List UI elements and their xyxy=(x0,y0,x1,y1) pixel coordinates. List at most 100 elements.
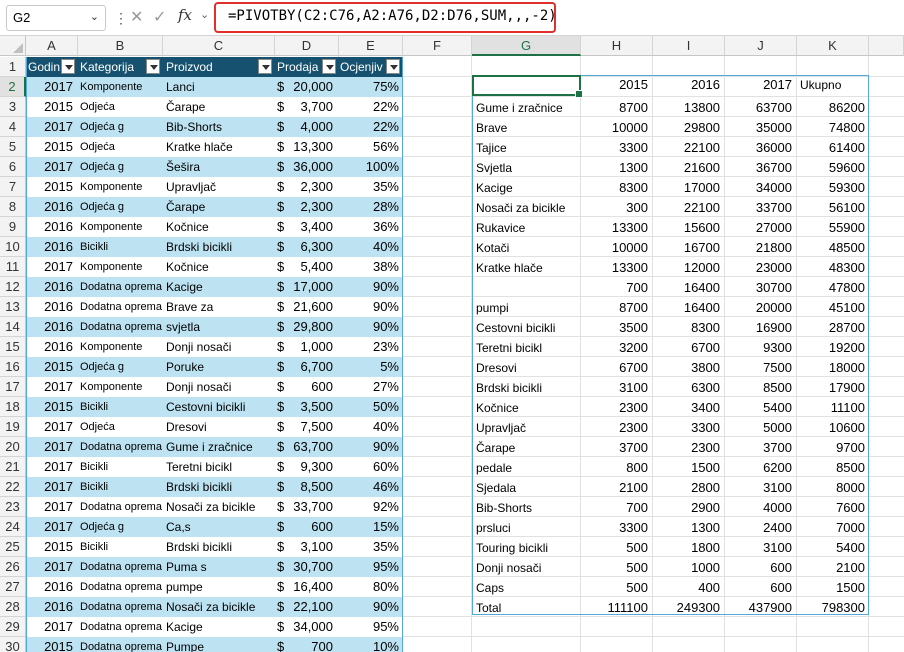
pivot-value-cell[interactable]: 1300 xyxy=(652,518,724,538)
pivot-value-cell[interactable]: 13300 xyxy=(580,258,652,278)
pivot-value-cell[interactable]: 8700 xyxy=(580,298,652,318)
year-cell[interactable]: 2016 xyxy=(26,337,76,357)
row-header[interactable]: 4 xyxy=(0,117,26,137)
year-cell[interactable]: 2016 xyxy=(26,237,76,257)
pivot-label-cell[interactable]: Bib-Shorts xyxy=(472,498,580,518)
product-cell[interactable]: Brdski bicikli xyxy=(164,477,274,497)
category-cell[interactable]: Odjeća xyxy=(78,137,162,157)
year-cell[interactable]: 2015 xyxy=(26,137,76,157)
table-row[interactable]: 2015 Komponente Upravljač $2,300 35% xyxy=(26,177,403,197)
select-all-button[interactable] xyxy=(0,36,26,56)
rating-cell[interactable]: 22% xyxy=(338,97,402,117)
filter-dropdown-icon[interactable] xyxy=(258,59,272,74)
product-cell[interactable]: Nosači za bicikle xyxy=(164,597,274,617)
pivot-value-cell[interactable]: 5400 xyxy=(724,398,796,418)
table-row[interactable]: 2015 Dodatna oprema Pumpe $700 10% xyxy=(26,637,403,652)
pivot-total-cell[interactable]: 61400 xyxy=(796,138,868,158)
pivot-value-cell[interactable]: 700 xyxy=(580,498,652,518)
category-cell[interactable]: Komponente xyxy=(78,257,162,277)
rating-cell[interactable]: 10% xyxy=(338,637,402,652)
row-header[interactable]: 8 xyxy=(0,197,26,217)
table-row[interactable]: 2016 Komponente Kočnice $3,400 36% xyxy=(26,217,403,237)
year-cell[interactable]: 2017 xyxy=(26,477,76,497)
row-header[interactable]: 26 xyxy=(0,557,26,577)
sales-cell[interactable]: $29,800 xyxy=(275,317,337,337)
category-cell[interactable]: Dodatna oprema xyxy=(78,277,162,297)
filter-dropdown-icon[interactable] xyxy=(386,59,400,74)
pivot-value-cell[interactable]: 3800 xyxy=(652,358,724,378)
rating-cell[interactable]: 28% xyxy=(338,197,402,217)
filter-dropdown-icon[interactable] xyxy=(146,59,160,74)
table-row[interactable]: 2015 Bicikli Brdski bicikli $3,100 35% xyxy=(26,537,403,557)
product-cell[interactable]: Kacige xyxy=(164,277,274,297)
table-row[interactable]: 2016 Dodatna oprema Kacige $17,000 90% xyxy=(26,277,403,297)
pivot-value-cell[interactable]: 9300 xyxy=(724,338,796,358)
product-cell[interactable]: Čarape xyxy=(164,97,274,117)
rating-cell[interactable]: 36% xyxy=(338,217,402,237)
table-row[interactable]: 2017 Odjeća Dresovi $7,500 40% xyxy=(26,417,403,437)
row-header[interactable]: 29 xyxy=(0,617,26,637)
pivot-header-cell[interactable]: 2016 xyxy=(652,75,724,95)
table-row[interactable]: 2015 Bicikli Cestovni bicikli $3,500 50% xyxy=(26,397,403,417)
rating-cell[interactable]: 5% xyxy=(338,357,402,377)
row-header[interactable]: 6 xyxy=(0,157,26,177)
year-cell[interactable]: 2017 xyxy=(26,377,76,397)
pivot-label-cell[interactable]: Brdski bicikli xyxy=(472,378,580,398)
row-header[interactable]: 28 xyxy=(0,597,26,617)
row-header[interactable]: 22 xyxy=(0,477,26,497)
sales-cell[interactable]: $9,300 xyxy=(275,457,337,477)
rating-cell[interactable]: 40% xyxy=(338,237,402,257)
pivot-value-cell[interactable]: 249300 xyxy=(652,598,724,618)
category-cell[interactable]: Dodatna oprema xyxy=(78,437,162,457)
pivot-value-cell[interactable]: 2300 xyxy=(652,438,724,458)
product-cell[interactable]: Puma s xyxy=(164,557,274,577)
category-cell[interactable]: Dodatna oprema xyxy=(78,317,162,337)
pivot-value-cell[interactable]: 13800 xyxy=(652,98,724,118)
pivot-label-cell[interactable]: Cestovni bicikli xyxy=(472,318,580,338)
pivot-label-cell[interactable]: pedale xyxy=(472,458,580,478)
pivot-value-cell[interactable]: 6700 xyxy=(652,338,724,358)
category-cell[interactable]: Dodatna oprema xyxy=(78,297,162,317)
pivot-header-cell[interactable]: Ukupno xyxy=(796,75,868,95)
sales-cell[interactable]: $7,500 xyxy=(275,417,337,437)
rating-cell[interactable]: 27% xyxy=(338,377,402,397)
pivot-total-cell[interactable]: 86200 xyxy=(796,98,868,118)
sales-cell[interactable]: $5,400 xyxy=(275,257,337,277)
pivot-header-cell[interactable]: 2015 xyxy=(580,75,652,95)
table-row[interactable]: 2017 Komponente Donji nosači $600 27% xyxy=(26,377,403,397)
rating-cell[interactable]: 40% xyxy=(338,417,402,437)
sales-cell[interactable]: $600 xyxy=(275,377,337,397)
pivot-value-cell[interactable]: 3100 xyxy=(580,378,652,398)
rating-cell[interactable]: 95% xyxy=(338,617,402,637)
sales-cell[interactable]: $2,300 xyxy=(275,177,337,197)
year-cell[interactable]: 2017 xyxy=(26,617,76,637)
column-header-g[interactable]: G xyxy=(472,36,581,56)
pivot-value-cell[interactable]: 6300 xyxy=(652,378,724,398)
rating-cell[interactable]: 75% xyxy=(338,77,402,97)
pivot-value-cell[interactable]: 3400 xyxy=(652,398,724,418)
rating-cell[interactable]: 90% xyxy=(338,277,402,297)
table-row[interactable]: 2017 Dodatna oprema Kacige $34,000 95% xyxy=(26,617,403,637)
pivot-value-cell[interactable]: 36700 xyxy=(724,158,796,178)
pivot-value-cell[interactable]: 800 xyxy=(580,458,652,478)
category-cell[interactable]: Komponente xyxy=(78,377,162,397)
product-cell[interactable]: pumpe xyxy=(164,577,274,597)
pivot-label-cell[interactable]: Svjetla xyxy=(472,158,580,178)
column-header-e[interactable]: E xyxy=(339,36,403,56)
pivot-label-cell[interactable]: Nosači za bicikle xyxy=(472,198,580,218)
sales-cell[interactable]: $6,300 xyxy=(275,237,337,257)
pivot-value-cell[interactable]: 600 xyxy=(724,558,796,578)
pivot-label-cell[interactable]: Kacige xyxy=(472,178,580,198)
pivot-value-cell[interactable]: 10000 xyxy=(580,118,652,138)
pivot-value-cell[interactable]: 8700 xyxy=(580,98,652,118)
row-header[interactable]: 2 xyxy=(0,77,26,97)
pivot-value-cell[interactable]: 22100 xyxy=(652,198,724,218)
year-cell[interactable]: 2017 xyxy=(26,117,76,137)
pivot-total-cell[interactable]: 47800 xyxy=(796,278,868,298)
product-cell[interactable]: Teretni bicikl xyxy=(164,457,274,477)
pivot-label-cell[interactable]: Donji nosači xyxy=(472,558,580,578)
row-header[interactable]: 3 xyxy=(0,97,26,117)
category-cell[interactable]: Dodatna oprema xyxy=(78,577,162,597)
pivot-value-cell[interactable]: 15600 xyxy=(652,218,724,238)
sales-cell[interactable]: $22,100 xyxy=(275,597,337,617)
